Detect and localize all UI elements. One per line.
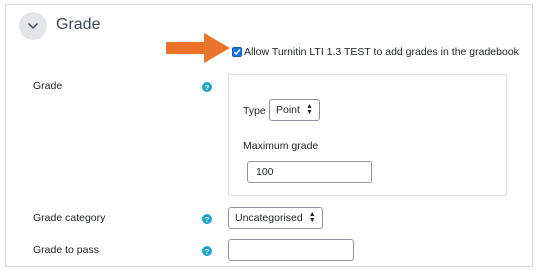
grade-category-help-icon[interactable]: ? [202, 214, 212, 224]
grade-to-pass-help-icon[interactable]: ? [202, 246, 212, 256]
grade-to-pass-label: Grade to pass [33, 244, 99, 256]
grade-help-icon[interactable]: ? [202, 82, 212, 92]
section-title: Grade [56, 16, 101, 33]
grade-category-value: Uncategorised [235, 212, 303, 224]
section-collapse-toggle[interactable] [19, 12, 47, 40]
grade-section: Grade Allow Turnitin LTI 1.3 TEST to add… [5, 4, 533, 267]
chevron-down-icon [28, 23, 38, 29]
grade-type-select[interactable]: Point ▲ ▼ [269, 99, 320, 121]
grade-config-box: Type Point ▲ ▼ Maximum grade 100 [228, 74, 507, 196]
gradebook-checkbox-label: Allow Turnitin LTI 1.3 TEST to add grade… [244, 46, 519, 58]
max-grade-input[interactable]: 100 [247, 161, 372, 183]
grade-type-value: Point [276, 104, 300, 116]
annotation-arrow-icon [166, 33, 230, 63]
grade-category-label: Grade category [33, 212, 106, 224]
gradebook-checkbox-row[interactable]: Allow Turnitin LTI 1.3 TEST to add grade… [232, 46, 519, 58]
grade-type-label: Type [243, 105, 266, 117]
select-caret-icon: ▲ ▼ [308, 211, 316, 224]
grade-category-select[interactable]: Uncategorised ▲ ▼ [228, 207, 323, 229]
checkmark-icon [233, 49, 241, 56]
max-grade-value: 100 [256, 166, 274, 178]
grade-label: Grade [33, 80, 63, 92]
max-grade-label: Maximum grade [243, 140, 319, 152]
grade-to-pass-input[interactable] [228, 239, 354, 261]
gradebook-checkbox[interactable] [232, 47, 242, 57]
select-caret-icon: ▲ ▼ [305, 103, 313, 116]
